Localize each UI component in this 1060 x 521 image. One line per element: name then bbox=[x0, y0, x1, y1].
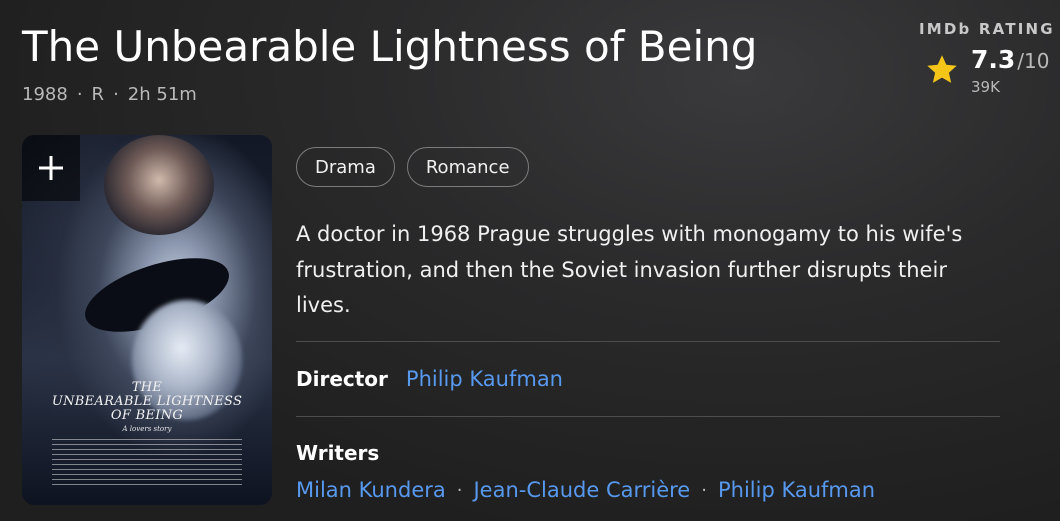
genre-chips: Drama Romance bbox=[296, 147, 529, 187]
poster-title-text: THE UNBEARABLE LIGHTNESS OF BEING bbox=[36, 381, 258, 423]
meta-separator: · bbox=[113, 84, 119, 105]
movie-title: The Unbearable Lightness of Being bbox=[22, 22, 758, 71]
plot-summary: A doctor in 1968 Prague struggles with m… bbox=[296, 222, 963, 317]
rating-count: 39K bbox=[971, 78, 1000, 96]
movie-poster[interactable]: THE UNBEARABLE LIGHTNESS OF BEING A love… bbox=[22, 135, 272, 505]
writer-link[interactable]: Jean-Claude Carrière bbox=[473, 478, 690, 502]
writer-separator: · bbox=[701, 479, 707, 501]
star-icon bbox=[927, 55, 957, 83]
runtime: 2h 51m bbox=[127, 84, 197, 105]
divider bbox=[296, 341, 1000, 342]
director-link[interactable]: Philip Kaufman bbox=[406, 367, 563, 391]
poster-title-line: THE bbox=[131, 380, 163, 395]
rating-row[interactable]: 7.3/10 39K bbox=[919, 47, 1060, 96]
poster-tagline: A lovers story bbox=[122, 425, 172, 433]
rating-score: 7.3 bbox=[971, 45, 1016, 74]
poster-credits-block bbox=[52, 439, 242, 489]
genre-chip-romance[interactable]: Romance bbox=[406, 147, 529, 187]
writer-separator: · bbox=[456, 479, 463, 501]
writers-list: Milan Kundera · Jean-Claude Carrière · P… bbox=[296, 478, 875, 502]
meta-separator: · bbox=[76, 84, 83, 105]
plus-icon bbox=[39, 156, 63, 180]
poster-title-line: UNBEARABLE LIGHTNESS bbox=[51, 394, 243, 409]
poster-title-line: OF BEING bbox=[110, 408, 184, 423]
writer-link[interactable]: Philip Kaufman bbox=[718, 478, 875, 502]
writers-label: Writers bbox=[296, 441, 380, 465]
poster-medallion-art bbox=[104, 135, 214, 235]
movie-meta: 1988 · R · 2h 51m bbox=[22, 84, 197, 105]
release-year-link[interactable]: 1988 bbox=[22, 84, 68, 105]
divider bbox=[296, 416, 1000, 417]
rating-label: IMDb RATING bbox=[919, 20, 1055, 38]
rating-out-of: /10 bbox=[1017, 49, 1050, 73]
certificate-link[interactable]: R bbox=[92, 84, 105, 105]
director-row: Director Philip Kaufman bbox=[296, 367, 563, 391]
imdb-rating-block[interactable]: IMDb RATING 7.3/10 39K bbox=[919, 20, 1060, 96]
rating-score-line: 7.3/10 bbox=[971, 47, 1049, 74]
director-label: Director bbox=[296, 367, 388, 391]
add-to-watchlist-button[interactable] bbox=[22, 135, 80, 201]
genre-chip-drama[interactable]: Drama bbox=[296, 147, 395, 187]
writer-link[interactable]: Milan Kundera bbox=[296, 478, 446, 502]
